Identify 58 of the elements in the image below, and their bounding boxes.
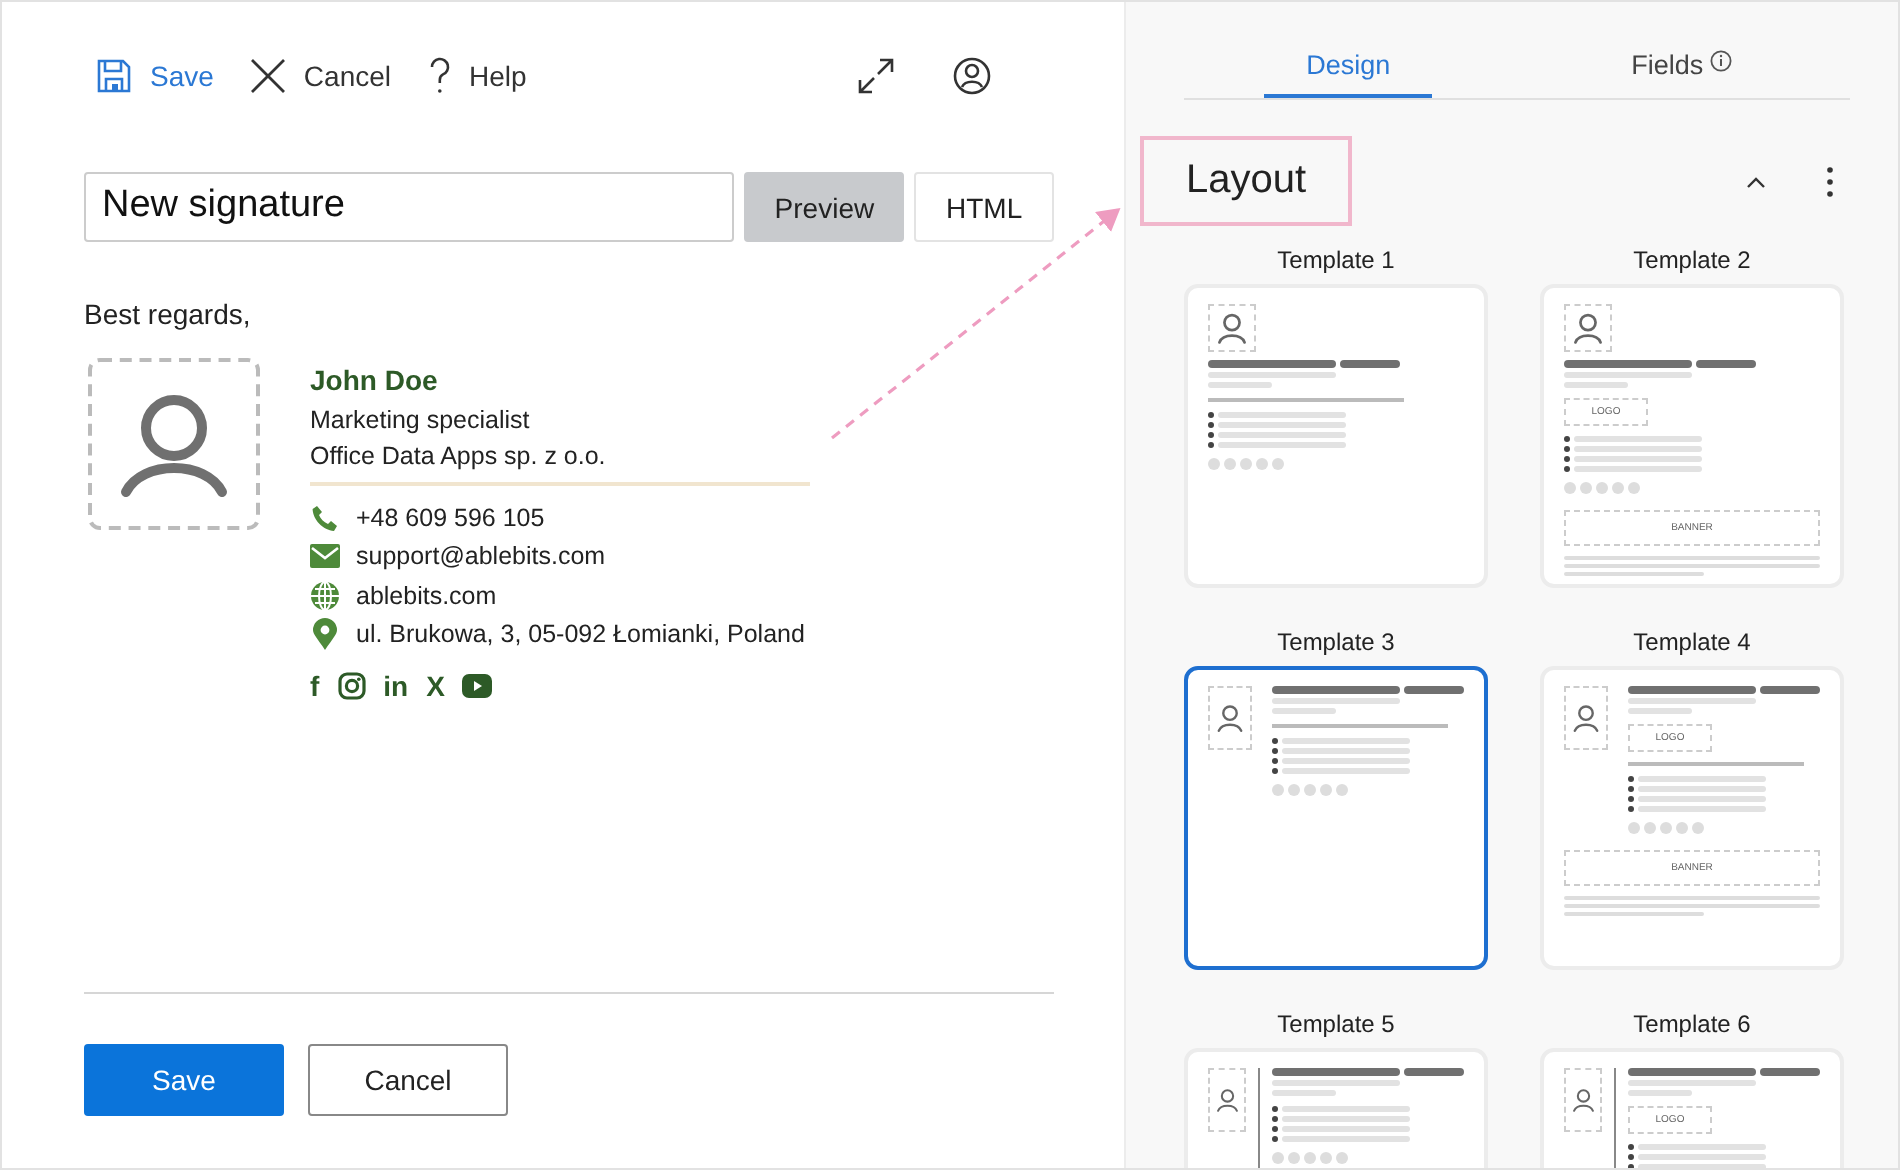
expand-icon[interactable]	[856, 56, 896, 96]
help-button[interactable]: Help	[427, 56, 527, 96]
cancel-button[interactable]: Cancel	[308, 1044, 508, 1116]
bullet-list-drawing	[1208, 412, 1346, 448]
location-pin-icon	[310, 618, 340, 651]
social-link[interactable]: in	[383, 672, 409, 700]
avatar-placeholder-icon	[1564, 304, 1612, 352]
template-label: Template 5	[1277, 1010, 1395, 1038]
company-name: Office Data Apps sp. z o.o.	[310, 442, 608, 470]
template-card[interactable]	[1184, 666, 1488, 970]
phone-icon	[310, 503, 340, 532]
envelope-icon	[310, 544, 340, 569]
template-label: Template 2	[1633, 246, 1751, 274]
view-tab[interactable]: Preview	[744, 172, 905, 242]
template-label: Template 4	[1633, 628, 1751, 656]
contact-detail: support@ablebits.com	[356, 542, 606, 571]
social-link[interactable]: f	[310, 672, 320, 700]
social-dots-drawing	[1272, 784, 1348, 796]
avatar-placeholder-icon	[1208, 686, 1252, 750]
avatar-placeholder-icon	[1564, 1068, 1603, 1132]
bullet-list-drawing	[1564, 436, 1702, 472]
avatar-placeholder-icon	[1208, 1068, 1247, 1132]
globe-icon	[310, 581, 340, 610]
greeting-text: Best regards,	[84, 298, 253, 330]
job-title: Marketing specialist	[310, 406, 532, 434]
bullet-list-drawing	[1272, 738, 1410, 774]
cancel-button[interactable]: Cancel	[249, 58, 392, 94]
more-options-icon[interactable]	[1826, 165, 1834, 197]
bullet-list-drawing	[1628, 776, 1766, 812]
social-dots-drawing	[1208, 458, 1284, 470]
account-icon[interactable]	[952, 56, 992, 96]
social-dots-drawing	[1564, 482, 1640, 494]
question-mark-icon	[427, 56, 452, 96]
contact-detail: +48 609 596 105	[356, 503, 545, 532]
social-link[interactable]: X	[426, 672, 445, 700]
save-button[interactable]: Save	[84, 1044, 284, 1116]
template-label: Template 6	[1633, 1010, 1751, 1038]
section-title: Layout	[1140, 136, 1353, 226]
contact-detail: ul. Brukowa, 3, 05-092 Łomianki, Poland	[356, 620, 805, 649]
bullet-list-drawing	[1272, 1106, 1410, 1142]
save-button[interactable]: Save	[96, 58, 214, 94]
close-icon	[249, 58, 286, 94]
contact-detail: ablebits.com	[356, 581, 497, 610]
avatar-placeholder-icon	[1208, 304, 1256, 352]
chevron-icon[interactable]	[1746, 175, 1766, 187]
view-tab[interactable]: HTML	[914, 172, 1054, 242]
contact-name: John Doe	[310, 364, 440, 396]
signature-name-field[interactable]: New signature	[84, 172, 735, 242]
social-dots-drawing	[1272, 1152, 1348, 1164]
instagram-icon[interactable]	[337, 672, 366, 700]
template-label: Template 3	[1277, 628, 1395, 656]
save-icon	[96, 58, 132, 94]
panel-tab[interactable]: Fields	[1512, 38, 1850, 98]
template-label: Template 1	[1277, 246, 1395, 274]
social-dots-drawing	[1628, 822, 1704, 834]
youtube-icon[interactable]	[462, 674, 493, 698]
panel-tab[interactable]: Design	[1264, 38, 1433, 98]
avatar-placeholder-icon	[1564, 686, 1608, 750]
